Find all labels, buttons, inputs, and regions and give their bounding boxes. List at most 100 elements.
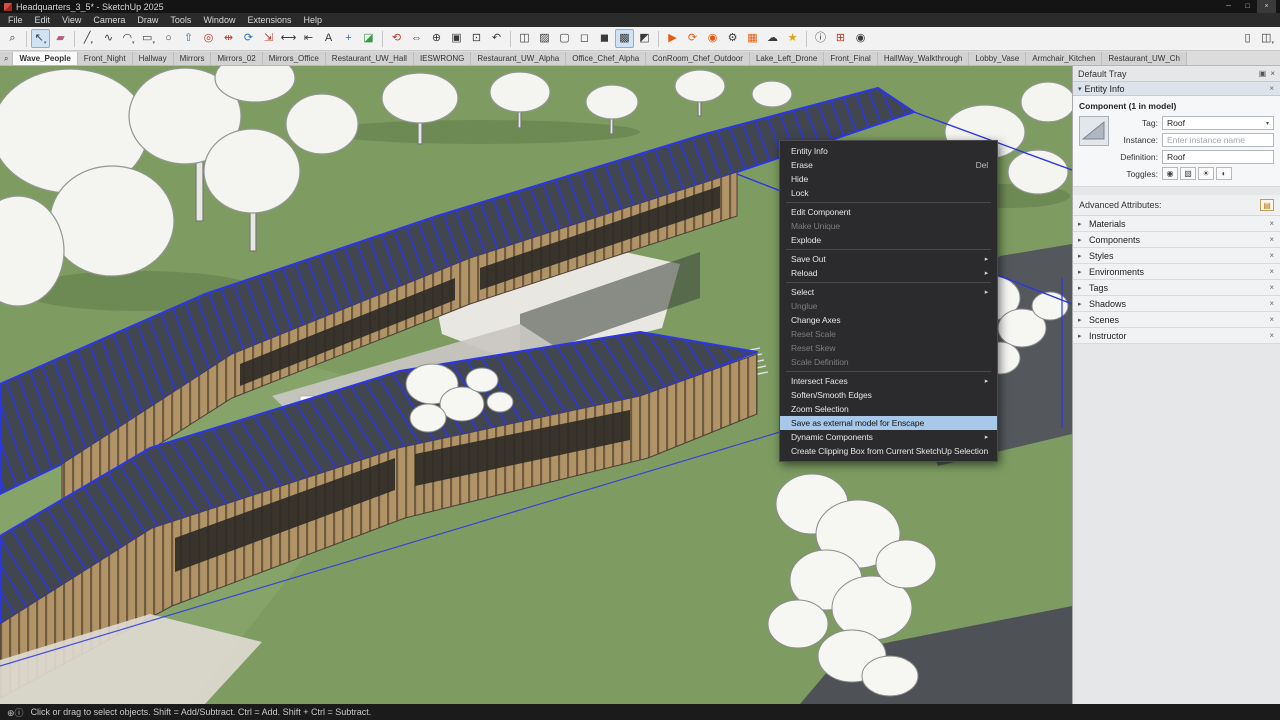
select-icon[interactable]: ↖▾ xyxy=(31,29,50,48)
tray-section-instructor[interactable]: ▸Instructor× xyxy=(1073,328,1280,344)
monochrome-icon[interactable]: ◩ xyxy=(635,29,654,48)
lock-toggle[interactable]: ▧ xyxy=(1180,167,1196,180)
circle-icon[interactable]: ○ xyxy=(159,29,178,48)
definition-input[interactable] xyxy=(1162,150,1274,164)
shaded-icon[interactable]: ◼ xyxy=(595,29,614,48)
context-menu-item-zoom-selection[interactable]: Zoom Selection xyxy=(780,402,997,416)
context-menu-item-hide[interactable]: Hide xyxy=(780,172,997,186)
zoom-extents-icon[interactable]: ⊡ xyxy=(467,29,486,48)
hidden-line-icon[interactable]: ◻ xyxy=(575,29,594,48)
context-menu-item-entity-info[interactable]: Entity Info xyxy=(780,144,997,158)
context-menu-item-soften-smooth-edges[interactable]: Soften/Smooth Edges xyxy=(780,388,997,402)
instance-input[interactable] xyxy=(1162,133,1274,147)
line-icon[interactable]: ╱▾ xyxy=(79,29,98,48)
menu-file[interactable]: File xyxy=(2,13,29,27)
cast-shadows-toggle[interactable]: ☀ xyxy=(1198,167,1214,180)
enscape-favorites-icon[interactable]: ★ xyxy=(783,29,802,48)
enscape-settings-icon[interactable]: ⚙ xyxy=(723,29,742,48)
tag-dropdown[interactable]: Roof ▾ xyxy=(1162,116,1274,130)
scene-tabs-menu-button[interactable]: ⌕ xyxy=(0,52,13,65)
menu-camera[interactable]: Camera xyxy=(87,13,131,27)
enscape-upload-icon[interactable]: ☁ xyxy=(763,29,782,48)
push-pull-icon[interactable]: ⇧ xyxy=(179,29,198,48)
scene-tab-wave-people[interactable]: Wave_People xyxy=(13,52,77,65)
scene-tab-lake-left-drone[interactable]: Lake_Left_Drone xyxy=(750,52,824,65)
orbit-icon[interactable]: ⟲ xyxy=(387,29,406,48)
tape-measure-icon[interactable]: ⟷ xyxy=(279,29,298,48)
close-icon[interactable]: × xyxy=(1270,69,1275,78)
scene-tab-restaurant-uw-hall[interactable]: Restaurant_UW_Hall xyxy=(326,52,414,65)
scene-tab-office-chef-alpha[interactable]: Office_Chef_Alpha xyxy=(566,52,646,65)
rectangle-icon[interactable]: ▭▾ xyxy=(139,29,158,48)
entity-info-header[interactable]: ▾ Entity Info × xyxy=(1073,81,1280,96)
scene-tab-mirrors[interactable]: Mirrors xyxy=(174,52,212,65)
scene-tab-restaurant-uw-ch[interactable]: Restaurant_UW_Ch xyxy=(1102,52,1187,65)
rotate-icon[interactable]: ⟳ xyxy=(239,29,258,48)
context-menu-item-save-out[interactable]: Save Out▸ xyxy=(780,252,997,266)
scene-tab-hallway-walkthrough[interactable]: HallWay_Walkthrough xyxy=(878,52,970,65)
context-menu-item-erase[interactable]: EraseDel xyxy=(780,158,997,172)
menu-window[interactable]: Window xyxy=(197,13,241,27)
close-icon[interactable]: × xyxy=(1268,283,1275,292)
advanced-attributes-icon[interactable]: ▤ xyxy=(1260,199,1274,211)
close-icon[interactable]: × xyxy=(1268,251,1275,260)
previous-view-icon[interactable]: ↶ xyxy=(487,29,506,48)
text-icon[interactable]: A xyxy=(319,29,338,48)
offset-icon[interactable]: ◎ xyxy=(199,29,218,48)
menu-help[interactable]: Help xyxy=(297,13,328,27)
maximize-button[interactable]: □ xyxy=(1238,0,1257,13)
context-menu-item-explode[interactable]: Explode xyxy=(780,233,997,247)
menu-extensions[interactable]: Extensions xyxy=(241,13,297,27)
receive-shadows-toggle[interactable]: ◐ xyxy=(1216,167,1232,180)
context-menu-item-select[interactable]: Select▸ xyxy=(780,285,997,299)
tray-section-tags[interactable]: ▸Tags× xyxy=(1073,280,1280,296)
scene-tab-ieswrong[interactable]: IESWRONG xyxy=(414,52,471,65)
context-menu-item-create-clipping-box-from-current-sketchup-selection[interactable]: Create Clipping Box from Current SketchU… xyxy=(780,444,997,458)
scale-icon[interactable]: ⇲ xyxy=(259,29,278,48)
section-plane-icon[interactable]: ◪ xyxy=(359,29,378,48)
close-icon[interactable]: × xyxy=(1268,267,1275,276)
close-icon[interactable]: × xyxy=(1268,299,1275,308)
pan-icon[interactable]: ⇔ xyxy=(407,29,426,48)
context-menu-item-lock[interactable]: Lock xyxy=(780,186,997,200)
scene-tab-mirrors-02[interactable]: Mirrors_02 xyxy=(211,52,262,65)
scene-tab-mirrors-office[interactable]: Mirrors_Office xyxy=(263,52,326,65)
context-menu-item-intersect-faces[interactable]: Intersect Faces▸ xyxy=(780,374,997,388)
menu-draw[interactable]: Draw xyxy=(131,13,164,27)
scene-tab-front-final[interactable]: Front_Final xyxy=(824,52,877,65)
minimize-button[interactable]: ─ xyxy=(1219,0,1238,13)
zoom-icon[interactable]: ⊕ xyxy=(427,29,446,48)
wireframe-icon[interactable]: ▢ xyxy=(555,29,574,48)
enscape-live-sync-icon[interactable]: ⟳ xyxy=(683,29,702,48)
close-icon[interactable]: × xyxy=(1268,219,1275,228)
back-edges-icon[interactable]: ▨ xyxy=(535,29,554,48)
user-account-icon[interactable]: ◉ xyxy=(851,29,870,48)
tray-section-components[interactable]: ▸Components× xyxy=(1073,232,1280,248)
context-menu-item-edit-component[interactable]: Edit Component xyxy=(780,205,997,219)
context-menu-item-change-axes[interactable]: Change Axes xyxy=(780,313,997,327)
menu-tools[interactable]: Tools xyxy=(164,13,197,27)
eraser-icon[interactable]: ▰ xyxy=(51,29,70,48)
arc-icon[interactable]: ◠▾ xyxy=(119,29,138,48)
scene-tab-lobby-vase[interactable]: Lobby_Vase xyxy=(969,52,1026,65)
enscape-start-icon[interactable]: ▶ xyxy=(663,29,682,48)
x-ray-icon[interactable]: ◫ xyxy=(515,29,534,48)
tray-toggle-icon[interactable]: ◫▾ xyxy=(1258,29,1277,48)
close-icon[interactable]: × xyxy=(1268,84,1275,93)
viewport[interactable]: Entity InfoEraseDelHideLock Edit Componen… xyxy=(0,66,1072,704)
tray-section-shadows[interactable]: ▸Shadows× xyxy=(1073,296,1280,312)
scene-tab-front-night[interactable]: Front_Night xyxy=(78,52,133,65)
search-icon[interactable]: ⌕ xyxy=(3,29,22,48)
scene-tab-restaurant-uw-alpha[interactable]: Restaurant_UW_Alpha xyxy=(471,52,566,65)
tray-section-materials[interactable]: ▸Materials× xyxy=(1073,216,1280,232)
warehouse-cart-icon[interactable]: ⊞ xyxy=(831,29,850,48)
move-icon[interactable]: ⇹ xyxy=(219,29,238,48)
new-panel-icon[interactable]: ▯ xyxy=(1238,29,1257,48)
close-icon[interactable]: × xyxy=(1268,235,1275,244)
enscape-assets-icon[interactable]: ▦ xyxy=(743,29,762,48)
scene-tab-armchair-kitchen[interactable]: Armchair_Kitchen xyxy=(1026,52,1102,65)
zoom-window-icon[interactable]: ▣ xyxy=(447,29,466,48)
context-menu-item-save-as-external-model-for-enscape[interactable]: Save as external model for Enscape xyxy=(780,416,997,430)
close-icon[interactable]: × xyxy=(1268,331,1275,340)
shaded-with-textures-icon[interactable]: ▩ xyxy=(615,29,634,48)
